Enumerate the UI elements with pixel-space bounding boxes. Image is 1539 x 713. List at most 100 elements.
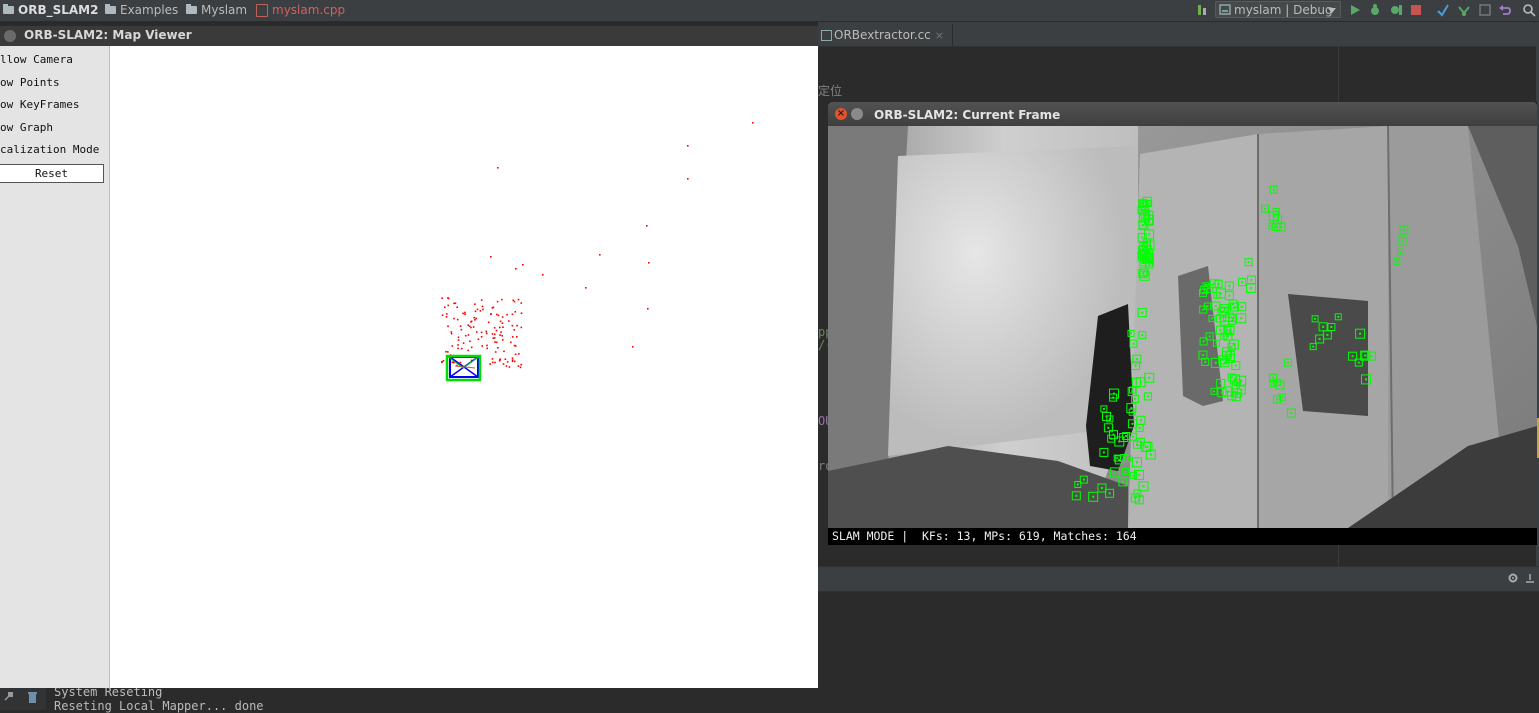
feature-point xyxy=(1100,487,1103,489)
close-tab-icon[interactable]: × xyxy=(935,29,944,42)
feature-point xyxy=(1131,422,1134,425)
feature-point xyxy=(1314,317,1317,320)
map-point xyxy=(482,308,484,311)
show-graph-checkbox[interactable]: ow Graph xyxy=(0,121,53,134)
map-point xyxy=(472,326,475,328)
feature-point xyxy=(1272,188,1275,191)
build-icon[interactable] xyxy=(1196,3,1210,17)
feature-point xyxy=(1202,308,1205,311)
map-point xyxy=(479,310,482,312)
feature-point xyxy=(1365,378,1367,381)
show-points-checkbox[interactable]: ow Points xyxy=(0,76,60,89)
map-point xyxy=(646,225,648,227)
camera-frame-image xyxy=(828,126,1537,528)
vcs-history-icon[interactable] xyxy=(1478,3,1492,17)
feature-point xyxy=(1140,253,1143,256)
feature-point xyxy=(1139,381,1142,384)
map-point xyxy=(520,326,523,329)
feature-point xyxy=(1240,388,1243,391)
attach-debugger-icon[interactable] xyxy=(1389,3,1403,17)
map-viewer-canvas[interactable] xyxy=(110,46,818,688)
map-point xyxy=(647,308,649,310)
feature-point xyxy=(1211,317,1213,320)
map-point xyxy=(501,335,503,337)
feature-point xyxy=(1214,305,1217,307)
map-point xyxy=(499,320,502,323)
feature-point xyxy=(1215,342,1218,345)
map-point xyxy=(511,313,514,316)
feature-point xyxy=(1145,212,1148,214)
breadcrumb-examples[interactable]: Examples xyxy=(105,3,178,17)
feature-point xyxy=(1125,435,1128,437)
search-icon[interactable] xyxy=(1522,3,1536,17)
feature-point xyxy=(1281,396,1284,399)
map-point xyxy=(470,326,472,329)
revert-icon[interactable] xyxy=(1498,3,1512,17)
pin-icon[interactable] xyxy=(3,690,15,702)
feature-point xyxy=(1337,315,1340,318)
feature-point xyxy=(1232,343,1235,346)
feature-point xyxy=(1141,311,1144,314)
feature-point xyxy=(1107,426,1110,429)
map-point xyxy=(490,256,492,258)
hide-panel-icon[interactable] xyxy=(1524,572,1536,584)
localization-mode-checkbox[interactable]: calization Mode xyxy=(0,143,99,156)
map-view xyxy=(441,122,754,382)
map-points xyxy=(441,122,754,369)
map-point xyxy=(508,320,510,322)
feature-point xyxy=(1219,329,1222,332)
feature-point xyxy=(1131,411,1134,414)
map-point xyxy=(486,344,488,347)
map-point xyxy=(511,360,514,363)
follow-camera-checkbox[interactable]: llow Camera xyxy=(0,53,73,66)
feature-point xyxy=(1231,317,1234,320)
map-point xyxy=(500,331,502,333)
feature-point xyxy=(1140,419,1142,422)
map-point xyxy=(502,326,504,328)
map-point xyxy=(491,333,494,335)
map-point xyxy=(445,350,447,353)
stop-icon[interactable] xyxy=(1409,3,1423,17)
map-point xyxy=(480,336,483,338)
feature-point xyxy=(1290,412,1293,415)
debug-icon[interactable] xyxy=(1368,3,1382,17)
feature-point xyxy=(1076,483,1079,486)
breadcrumb-project[interactable]: ORB_SLAM2 xyxy=(3,3,98,17)
map-viewer-titlebar[interactable]: ORB-SLAM2: Map Viewer xyxy=(0,26,818,46)
tracking-status-bar: SLAM MODE | KFs: 13, MPs: 619, Matches: … xyxy=(828,528,1537,545)
feature-point xyxy=(1102,451,1105,454)
map-point xyxy=(489,363,491,365)
feature-point xyxy=(1141,236,1144,239)
map-point xyxy=(476,331,478,333)
map-point xyxy=(459,361,462,364)
minimize-icon[interactable] xyxy=(851,108,863,120)
vcs-update-icon[interactable] xyxy=(1436,3,1450,17)
map-point xyxy=(632,346,634,348)
console-toolbar xyxy=(0,682,46,710)
map-point xyxy=(460,347,463,350)
map-point xyxy=(447,304,449,307)
map-point xyxy=(442,360,445,362)
breadcrumb-myslam[interactable]: Myslam xyxy=(186,3,247,17)
close-icon[interactable]: × xyxy=(835,108,847,120)
folder-icon xyxy=(186,4,197,14)
feature-point xyxy=(1312,345,1315,348)
map-point xyxy=(464,313,466,316)
run-configuration-selector[interactable]: myslam | Debug xyxy=(1215,1,1341,18)
tab-orbextractor[interactable]: ORBextractor.cc × xyxy=(818,24,953,46)
feature-point xyxy=(1222,310,1225,313)
reset-button[interactable]: Reset xyxy=(0,164,104,183)
feature-point xyxy=(1204,360,1207,363)
run-icon[interactable] xyxy=(1348,3,1362,17)
folder-icon xyxy=(105,4,116,14)
window-menu-icon[interactable] xyxy=(4,30,16,42)
show-keyframes-checkbox[interactable]: ow KeyFrames xyxy=(0,98,79,111)
map-point xyxy=(520,312,523,314)
gear-icon[interactable] xyxy=(1507,572,1519,584)
breadcrumb-file[interactable]: myslam.cpp xyxy=(256,3,345,17)
vcs-commit-icon[interactable] xyxy=(1457,3,1471,17)
feature-point xyxy=(1220,391,1223,394)
feature-point xyxy=(1213,390,1215,393)
current-frame-titlebar[interactable]: × ORB-SLAM2: Current Frame xyxy=(828,102,1537,126)
current-frame-window: × ORB-SLAM2: Current Frame SLAM MODE | K… xyxy=(828,102,1537,545)
